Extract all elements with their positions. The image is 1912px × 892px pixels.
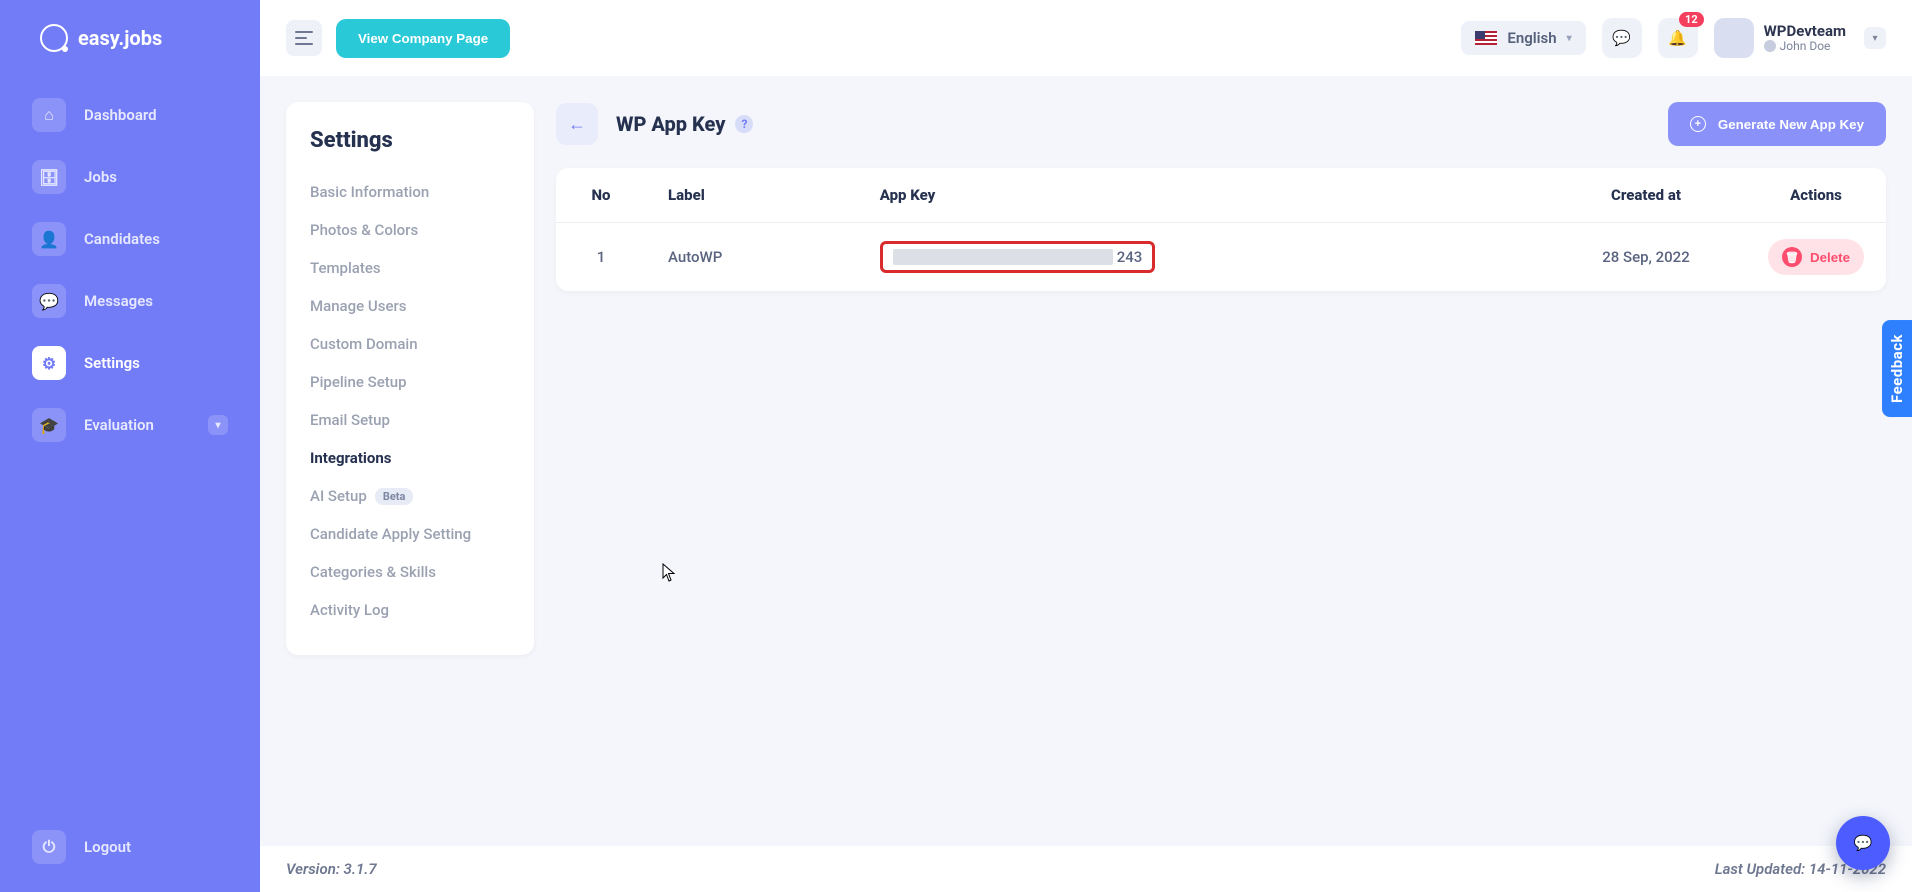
language-selector[interactable]: English ▾ (1461, 21, 1585, 55)
sidebar-item-dashboard[interactable]: ⌂ Dashboard (18, 88, 242, 142)
settings-item-activity[interactable]: Activity Log (310, 601, 510, 619)
flag-icon (1475, 31, 1497, 45)
sidebar-item-label: Evaluation (84, 416, 154, 434)
key-masked (893, 249, 1113, 265)
key-highlight: 243 (880, 241, 1156, 273)
help-icon[interactable]: ? (735, 115, 753, 133)
sidebar-item-label: Dashboard (84, 106, 157, 124)
settings-item-basic[interactable]: Basic Information (310, 183, 510, 201)
messages-button[interactable]: 💬 (1602, 18, 1642, 58)
settings-item-users[interactable]: Manage Users (310, 297, 510, 315)
app-key-table: No Label App Key Created at Actions 1 Au… (556, 168, 1886, 291)
company-name: WPDevteam (1764, 23, 1846, 40)
user-name: John Doe (1764, 40, 1846, 53)
chat-launcher[interactable]: 💬 (1836, 816, 1890, 870)
page-title: WP App Key (616, 112, 725, 136)
sidebar-item-label: Settings (84, 354, 140, 372)
settings-panel: Settings Basic Information Photos & Colo… (286, 102, 534, 655)
chevron-down-icon: ▾ (1567, 33, 1572, 44)
col-actions: Actions (1746, 168, 1886, 223)
avatar (1714, 18, 1754, 58)
footer: Version: 3.1.7 Last Updated: 14-11-2022 (260, 846, 1912, 892)
main: View Company Page English ▾ 💬 🔔 12 WPDev… (260, 0, 1912, 892)
bell-icon: 🔔 (1668, 29, 1687, 47)
cell-created: 28 Sep, 2022 (1546, 223, 1746, 292)
back-button[interactable]: ← (556, 103, 598, 145)
content: Settings Basic Information Photos & Colo… (260, 76, 1912, 846)
sidebar-item-label: Messages (84, 292, 153, 310)
settings-item-pipeline[interactable]: Pipeline Setup (310, 373, 510, 391)
feedback-tab[interactable]: Feedback (1882, 320, 1912, 417)
version-text: Version: 3.1.7 (286, 860, 377, 878)
cell-actions: 🗑 Delete (1746, 223, 1886, 292)
page-header: ← WP App Key ? + Generate New App Key (556, 102, 1886, 146)
settings-item-integrations[interactable]: Integrations (310, 449, 510, 467)
briefcase-icon: 🗄 (32, 160, 66, 194)
view-company-button[interactable]: View Company Page (336, 19, 510, 58)
settings-item-email[interactable]: Email Setup (310, 411, 510, 429)
sidebar-item-messages[interactable]: 💬 Messages (18, 274, 242, 328)
sidebar-logout[interactable]: ⏻ Logout (18, 820, 242, 874)
sidebar-item-settings[interactable]: ⚙ Settings (18, 336, 242, 390)
col-created: Created at (1546, 168, 1746, 223)
sidebar-nav: ⌂ Dashboard 🗄 Jobs 👤 Candidates 💬 Messag… (0, 80, 260, 460)
home-icon: ⌂ (32, 98, 66, 132)
generate-key-label: Generate New App Key (1718, 117, 1864, 132)
key-tail: 243 (1117, 248, 1143, 266)
brand-text: easy.jobs (78, 26, 162, 50)
settings-item-ai[interactable]: AI Setup Beta (310, 487, 510, 505)
settings-item-categories[interactable]: Categories & Skills (310, 563, 510, 581)
sidebar-item-candidates[interactable]: 👤 Candidates (18, 212, 242, 266)
cell-key: 243 (858, 223, 1546, 292)
settings-item-templates[interactable]: Templates (310, 259, 510, 277)
settings-heading: Settings (310, 128, 510, 153)
hamburger-icon[interactable] (286, 20, 322, 56)
col-key: App Key (858, 168, 1546, 223)
page-body: ← WP App Key ? + Generate New App Key No (556, 102, 1886, 820)
cell-label: AutoWP (646, 223, 858, 292)
table-row: 1 AutoWP 243 28 Sep, 2022 (556, 223, 1886, 292)
settings-item-photos[interactable]: Photos & Colors (310, 221, 510, 239)
arrow-left-icon: ← (568, 114, 586, 135)
sidebar: easy.jobs ⌂ Dashboard 🗄 Jobs 👤 Candidate… (0, 0, 260, 892)
gear-icon: ⚙ (32, 346, 66, 380)
logout-label: Logout (84, 838, 131, 856)
cap-icon: 🎓 (32, 408, 66, 442)
chevron-down-icon: ▾ (208, 415, 228, 435)
message-icon: 💬 (1612, 29, 1631, 47)
logo-icon (40, 24, 68, 52)
topbar: View Company Page English ▾ 💬 🔔 12 WPDev… (260, 0, 1912, 76)
brand-logo[interactable]: easy.jobs (0, 18, 260, 80)
col-no: No (556, 168, 646, 223)
delete-button[interactable]: 🗑 Delete (1768, 239, 1864, 275)
plus-icon: + (1690, 116, 1706, 132)
settings-item-domain[interactable]: Custom Domain (310, 335, 510, 353)
chat-icon: 💬 (32, 284, 66, 318)
sidebar-item-label: Candidates (84, 230, 160, 248)
notification-badge: 12 (1679, 12, 1704, 27)
generate-key-button[interactable]: + Generate New App Key (1668, 102, 1886, 146)
notifications-button[interactable]: 🔔 12 (1658, 18, 1698, 58)
sidebar-item-jobs[interactable]: 🗄 Jobs (18, 150, 242, 204)
settings-item-apply[interactable]: Candidate Apply Setting (310, 525, 510, 543)
chat-icon: 💬 (1854, 834, 1873, 852)
language-label: English (1507, 29, 1556, 47)
col-label: Label (646, 168, 858, 223)
sidebar-item-evaluation[interactable]: 🎓 Evaluation ▾ (18, 398, 242, 452)
trash-icon: 🗑 (1782, 247, 1802, 267)
sidebar-item-label: Jobs (84, 168, 117, 186)
cell-no: 1 (556, 223, 646, 292)
beta-badge: Beta (375, 488, 414, 505)
delete-label: Delete (1810, 250, 1850, 265)
user-icon: 👤 (32, 222, 66, 256)
user-menu[interactable]: WPDevteam John Doe ▾ (1714, 18, 1886, 58)
chevron-down-icon: ▾ (1864, 27, 1886, 49)
logout-icon: ⏻ (32, 830, 66, 864)
